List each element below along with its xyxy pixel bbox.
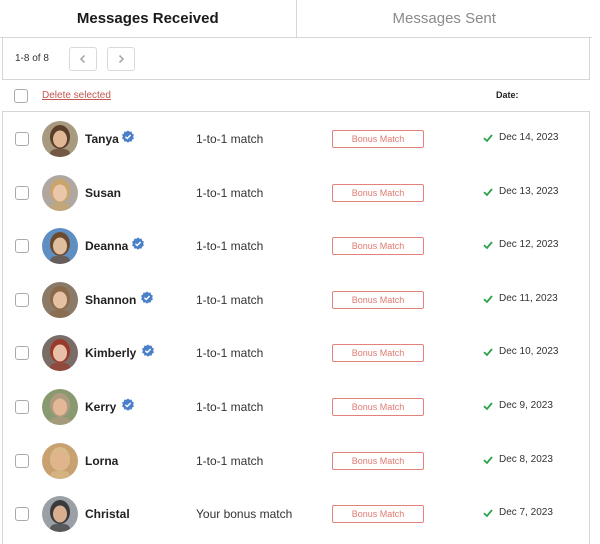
previous-page-button[interactable] bbox=[69, 46, 97, 71]
chevron-left-icon bbox=[79, 54, 86, 63]
message-row[interactable]: Christal Your bonus match Bonus Match Dec 7… bbox=[3, 487, 591, 541]
check-icon bbox=[483, 456, 493, 464]
sender-name[interactable]: Kimberly bbox=[85, 346, 136, 360]
sender-name[interactable]: Tanya bbox=[85, 132, 119, 146]
match-type: 1-to-1 match bbox=[196, 185, 264, 200]
verified-badge-icon bbox=[122, 130, 134, 143]
check-icon bbox=[483, 241, 493, 250]
avatar[interactable] bbox=[42, 174, 78, 211]
bonus-match-badge: Bonus Match bbox=[332, 398, 424, 416]
avatar[interactable] bbox=[42, 228, 78, 265]
message-date: Dec 9, 2023 bbox=[499, 400, 553, 411]
row-checkbox[interactable] bbox=[15, 453, 29, 468]
message-date: Dec 10, 2023 bbox=[499, 346, 559, 358]
sender-name[interactable]: Shannon bbox=[85, 293, 136, 307]
pagination-count: 1-8 of 8 bbox=[15, 53, 49, 64]
avatar[interactable] bbox=[42, 442, 78, 479]
match-type: 1-to-1 match bbox=[196, 400, 264, 414]
check-icon bbox=[483, 509, 493, 518]
tab-messages-sent[interactable]: Messages Sent bbox=[295, 0, 593, 37]
sender-name[interactable]: Kerry bbox=[85, 400, 116, 414]
bonus-match-badge: Bonus Match bbox=[332, 237, 424, 256]
row-checkbox[interactable] bbox=[15, 346, 29, 361]
row-checkbox[interactable] bbox=[15, 185, 29, 200]
check-icon bbox=[483, 348, 493, 357]
verified-badge-icon bbox=[122, 398, 134, 411]
message-date: Dec 14, 2023 bbox=[499, 132, 559, 143]
avatar[interactable] bbox=[42, 121, 78, 157]
next-page-button[interactable] bbox=[107, 46, 135, 71]
chevron-right-icon bbox=[118, 54, 125, 63]
match-type: Your bonus match bbox=[196, 507, 293, 522]
message-date: Dec 13, 2023 bbox=[499, 185, 559, 197]
date-column-header: Date: bbox=[496, 90, 519, 100]
match-type: 1-to-1 match bbox=[196, 346, 264, 361]
verified-badge-icon bbox=[141, 291, 153, 304]
message-row[interactable]: Tanya 1-to-1 match Bonus Match Dec 14, 2023 bbox=[3, 112, 591, 166]
message-date: Dec 12, 2023 bbox=[499, 239, 559, 251]
message-row[interactable]: Kimberly 1-to-1 match Bonus Match Dec 10, 2… bbox=[3, 326, 591, 380]
sender-name[interactable]: Christal bbox=[85, 507, 130, 521]
message-date: Dec 11, 2023 bbox=[499, 292, 558, 304]
verified-badge-icon bbox=[132, 237, 144, 250]
avatar[interactable] bbox=[42, 281, 78, 318]
message-row[interactable]: Susan 1-to-1 match Bonus Match Dec 13, 2023 bbox=[3, 166, 591, 220]
message-date: Dec 7, 2023 bbox=[499, 507, 553, 519]
match-type: 1-to-1 match bbox=[196, 292, 264, 307]
bonus-match-badge: Bonus Match bbox=[332, 451, 424, 470]
sender-name[interactable]: Susan bbox=[85, 186, 121, 200]
row-checkbox[interactable] bbox=[15, 239, 29, 254]
check-icon bbox=[483, 402, 493, 411]
avatar[interactable] bbox=[42, 389, 78, 425]
row-checkbox[interactable] bbox=[15, 400, 29, 414]
avatar[interactable] bbox=[42, 496, 78, 533]
bonus-match-badge: Bonus Match bbox=[332, 130, 424, 148]
avatar[interactable] bbox=[42, 335, 78, 372]
row-checkbox[interactable] bbox=[15, 507, 29, 522]
verified-badge-icon bbox=[142, 344, 154, 358]
sender-name[interactable]: Lorna bbox=[85, 454, 118, 468]
match-type: 1-to-1 match bbox=[196, 453, 264, 468]
match-type: 1-to-1 match bbox=[196, 239, 264, 254]
message-list: Tanya 1-to-1 match Bonus Match Dec 14, 2023… bbox=[2, 111, 590, 544]
match-type: 1-to-1 match bbox=[196, 132, 264, 146]
message-row[interactable]: Deanna 1-to-1 match Bonus Match Dec 12, 202… bbox=[3, 219, 591, 273]
message-date: Dec 8, 2023 bbox=[499, 453, 553, 465]
message-row[interactable]: Kerry 1-to-1 match Bonus Match Dec 9, 2023 bbox=[3, 380, 591, 434]
sender-name[interactable]: Deanna bbox=[85, 239, 128, 253]
bonus-match-badge: Bonus Match bbox=[332, 290, 424, 309]
tab-bar: Messages Received Messages Sent bbox=[0, 0, 592, 38]
bonus-match-badge: Bonus Match bbox=[332, 344, 424, 363]
check-icon bbox=[483, 134, 493, 143]
check-icon bbox=[483, 188, 493, 196]
bulk-actions-bar: Delete selected Date: bbox=[0, 80, 592, 112]
row-checkbox[interactable] bbox=[15, 292, 29, 307]
row-checkbox[interactable] bbox=[15, 132, 29, 146]
check-icon bbox=[483, 295, 493, 304]
message-row[interactable]: Lorna 1-to-1 match Bonus Match Dec 8, 2023 bbox=[3, 434, 591, 488]
delete-selected-link[interactable]: Delete selected bbox=[42, 90, 111, 101]
bonus-match-badge: Bonus Match bbox=[332, 505, 424, 524]
tab-messages-received[interactable]: Messages Received bbox=[0, 0, 296, 37]
pagination-bar: 1-8 of 8 bbox=[2, 38, 590, 80]
message-row[interactable]: Shannon 1-to-1 match Bonus Match Dec 11, 20… bbox=[3, 273, 591, 327]
bonus-match-badge: Bonus Match bbox=[332, 183, 424, 202]
select-all-checkbox[interactable] bbox=[14, 89, 28, 103]
